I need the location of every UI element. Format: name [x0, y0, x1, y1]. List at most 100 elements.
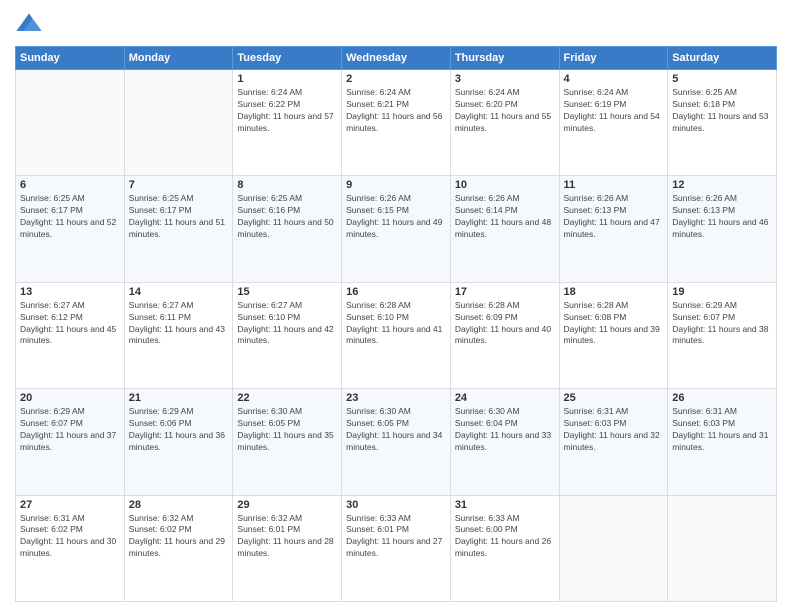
calendar-cell: 28 Sunrise: 6:32 AM Sunset: 6:02 PM Dayli…: [124, 495, 233, 601]
calendar-cell: 6 Sunrise: 6:25 AM Sunset: 6:17 PM Daylig…: [16, 176, 125, 282]
day-info: Sunrise: 6:26 AM Sunset: 6:15 PM Dayligh…: [346, 193, 446, 241]
weekday-header-thursday: Thursday: [450, 47, 559, 70]
day-info: Sunrise: 6:25 AM Sunset: 6:17 PM Dayligh…: [20, 193, 120, 241]
calendar-cell: 29 Sunrise: 6:32 AM Sunset: 6:01 PM Dayli…: [233, 495, 342, 601]
day-number: 10: [455, 179, 555, 191]
calendar-week-2: 13 Sunrise: 6:27 AM Sunset: 6:12 PM Dayli…: [16, 282, 777, 388]
day-info: Sunrise: 6:27 AM Sunset: 6:10 PM Dayligh…: [237, 300, 337, 348]
day-number: 17: [455, 286, 555, 298]
calendar-cell: 17Sunrise: 6:28 AM Sunset: 6:09 PM Dayli…: [450, 282, 559, 388]
day-number: 25: [564, 392, 664, 404]
day-info: Sunrise: 6:27 AM Sunset: 6:11 PM Dayligh…: [129, 300, 229, 348]
calendar-cell: 12Sunrise: 6:26 AM Sunset: 6:13 PM Dayli…: [668, 176, 777, 282]
calendar-cell: 25 Sunrise: 6:31 AM Sunset: 6:03 PM Dayli…: [559, 389, 668, 495]
day-number: 29: [237, 499, 337, 511]
day-number: 31: [455, 499, 555, 511]
calendar-cell: 30 Sunrise: 6:33 AM Sunset: 6:01 PM Dayli…: [342, 495, 451, 601]
weekday-header-friday: Friday: [559, 47, 668, 70]
day-number: 9: [346, 179, 446, 191]
day-number: 14: [129, 286, 229, 298]
calendar-week-3: 20Sunrise: 6:29 AM Sunset: 6:07 PM Dayli…: [16, 389, 777, 495]
day-info: Sunrise: 6:30 AM Sunset: 6:05 PM Dayligh…: [237, 406, 337, 454]
day-number: 11: [564, 179, 664, 191]
day-number: 18: [564, 286, 664, 298]
calendar-cell: 22 Sunrise: 6:30 AM Sunset: 6:05 PM Dayli…: [233, 389, 342, 495]
day-info: Sunrise: 6:25 AM Sunset: 6:17 PM Dayligh…: [129, 193, 229, 241]
day-number: 27: [20, 499, 120, 511]
day-info: Sunrise: 6:24 AM Sunset: 6:20 PM Dayligh…: [455, 87, 555, 135]
day-info: Sunrise: 6:25 AM Sunset: 6:18 PM Dayligh…: [672, 87, 772, 135]
calendar-cell: 4 Sunrise: 6:24 AM Sunset: 6:19 PM Daylig…: [559, 70, 668, 176]
day-info: Sunrise: 6:27 AM Sunset: 6:12 PM Dayligh…: [20, 300, 120, 348]
weekday-header-wednesday: Wednesday: [342, 47, 451, 70]
calendar-cell: 5 Sunrise: 6:25 AM Sunset: 6:18 PM Daylig…: [668, 70, 777, 176]
calendar-cell: [16, 70, 125, 176]
day-number: 7: [129, 179, 229, 191]
calendar-cell: 18 Sunrise: 6:28 AM Sunset: 6:08 PM Dayli…: [559, 282, 668, 388]
day-info: Sunrise: 6:32 AM Sunset: 6:01 PM Dayligh…: [237, 513, 337, 561]
day-info: Sunrise: 6:28 AM Sunset: 6:10 PM Dayligh…: [346, 300, 446, 348]
day-number: 30: [346, 499, 446, 511]
weekday-header-sunday: Sunday: [16, 47, 125, 70]
calendar-cell: 27Sunrise: 6:31 AM Sunset: 6:02 PM Dayli…: [16, 495, 125, 601]
day-info: Sunrise: 6:30 AM Sunset: 6:04 PM Dayligh…: [455, 406, 555, 454]
calendar-cell: 21 Sunrise: 6:29 AM Sunset: 6:06 PM Dayli…: [124, 389, 233, 495]
day-number: 20: [20, 392, 120, 404]
day-number: 1: [237, 73, 337, 85]
day-info: Sunrise: 6:29 AM Sunset: 6:07 PM Dayligh…: [672, 300, 772, 348]
day-info: Sunrise: 6:28 AM Sunset: 6:08 PM Dayligh…: [564, 300, 664, 348]
calendar-cell: 23Sunrise: 6:30 AM Sunset: 6:05 PM Dayli…: [342, 389, 451, 495]
calendar-cell: 20Sunrise: 6:29 AM Sunset: 6:07 PM Dayli…: [16, 389, 125, 495]
day-info: Sunrise: 6:30 AM Sunset: 6:05 PM Dayligh…: [346, 406, 446, 454]
logo: [15, 10, 47, 38]
weekday-header-saturday: Saturday: [668, 47, 777, 70]
day-info: Sunrise: 6:24 AM Sunset: 6:21 PM Dayligh…: [346, 87, 446, 135]
calendar-cell: 3Sunrise: 6:24 AM Sunset: 6:20 PM Daylig…: [450, 70, 559, 176]
calendar-cell: 16 Sunrise: 6:28 AM Sunset: 6:10 PM Dayli…: [342, 282, 451, 388]
calendar-body: 1Sunrise: 6:24 AM Sunset: 6:22 PM Daylig…: [16, 70, 777, 602]
calendar-cell: 26 Sunrise: 6:31 AM Sunset: 6:03 PM Dayli…: [668, 389, 777, 495]
day-info: Sunrise: 6:31 AM Sunset: 6:03 PM Dayligh…: [564, 406, 664, 454]
day-number: 28: [129, 499, 229, 511]
calendar-cell: 14 Sunrise: 6:27 AM Sunset: 6:11 PM Dayli…: [124, 282, 233, 388]
calendar-cell: [559, 495, 668, 601]
day-number: 26: [672, 392, 772, 404]
page: SundayMondayTuesdayWednesdayThursdayFrid…: [0, 0, 792, 612]
day-number: 4: [564, 73, 664, 85]
calendar-table: SundayMondayTuesdayWednesdayThursdayFrid…: [15, 46, 777, 602]
day-info: Sunrise: 6:24 AM Sunset: 6:19 PM Dayligh…: [564, 87, 664, 135]
day-info: Sunrise: 6:26 AM Sunset: 6:13 PM Dayligh…: [564, 193, 664, 241]
calendar-cell: 7 Sunrise: 6:25 AM Sunset: 6:17 PM Daylig…: [124, 176, 233, 282]
calendar-cell: [124, 70, 233, 176]
day-number: 8: [237, 179, 337, 191]
day-number: 5: [672, 73, 772, 85]
calendar-cell: 10Sunrise: 6:26 AM Sunset: 6:14 PM Dayli…: [450, 176, 559, 282]
day-number: 13: [20, 286, 120, 298]
day-info: Sunrise: 6:31 AM Sunset: 6:03 PM Dayligh…: [672, 406, 772, 454]
calendar-cell: 24 Sunrise: 6:30 AM Sunset: 6:04 PM Dayli…: [450, 389, 559, 495]
logo-icon: [15, 10, 43, 38]
calendar-header-row: SundayMondayTuesdayWednesdayThursdayFrid…: [16, 47, 777, 70]
day-number: 16: [346, 286, 446, 298]
day-number: 21: [129, 392, 229, 404]
day-info: Sunrise: 6:33 AM Sunset: 6:00 PM Dayligh…: [455, 513, 555, 561]
weekday-header-monday: Monday: [124, 47, 233, 70]
day-number: 6: [20, 179, 120, 191]
day-info: Sunrise: 6:25 AM Sunset: 6:16 PM Dayligh…: [237, 193, 337, 241]
weekday-header-tuesday: Tuesday: [233, 47, 342, 70]
day-info: Sunrise: 6:29 AM Sunset: 6:06 PM Dayligh…: [129, 406, 229, 454]
day-number: 24: [455, 392, 555, 404]
day-number: 19: [672, 286, 772, 298]
calendar-cell: 1Sunrise: 6:24 AM Sunset: 6:22 PM Daylig…: [233, 70, 342, 176]
calendar-week-4: 27Sunrise: 6:31 AM Sunset: 6:02 PM Dayli…: [16, 495, 777, 601]
day-number: 15: [237, 286, 337, 298]
day-info: Sunrise: 6:33 AM Sunset: 6:01 PM Dayligh…: [346, 513, 446, 561]
day-info: Sunrise: 6:32 AM Sunset: 6:02 PM Dayligh…: [129, 513, 229, 561]
calendar-cell: 31 Sunrise: 6:33 AM Sunset: 6:00 PM Dayli…: [450, 495, 559, 601]
calendar-cell: 19 Sunrise: 6:29 AM Sunset: 6:07 PM Dayli…: [668, 282, 777, 388]
day-number: 22: [237, 392, 337, 404]
calendar-cell: 8 Sunrise: 6:25 AM Sunset: 6:16 PM Daylig…: [233, 176, 342, 282]
calendar-week-1: 6 Sunrise: 6:25 AM Sunset: 6:17 PM Daylig…: [16, 176, 777, 282]
header: [15, 10, 777, 38]
day-number: 2: [346, 73, 446, 85]
